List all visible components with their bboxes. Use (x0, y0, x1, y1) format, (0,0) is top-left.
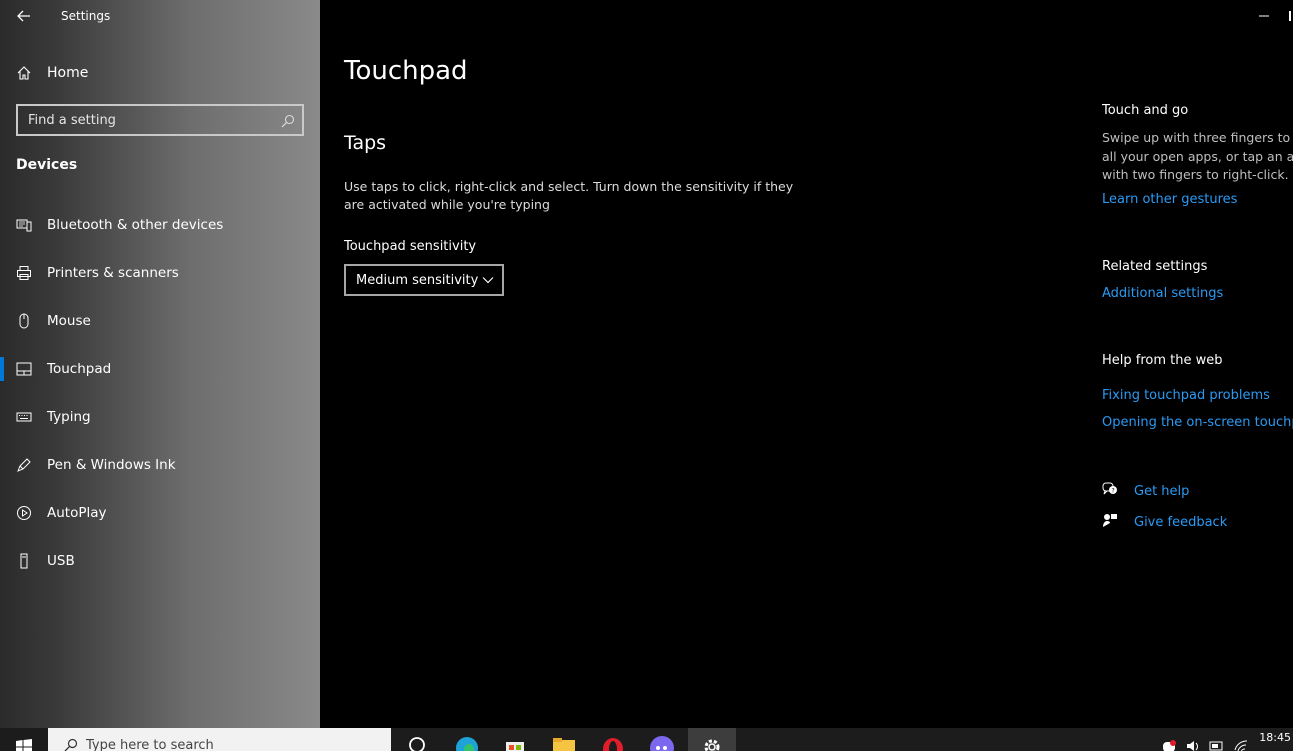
chat-help-icon: ? (1102, 481, 1118, 501)
taskbar-discord[interactable] (638, 728, 686, 751)
title-bar: Settings (0, 0, 320, 32)
discord-tray-icon (1163, 740, 1177, 751)
touch-and-go-heading: Touch and go (1102, 103, 1189, 118)
taskbar-search-placeholder: Type here to search (86, 738, 214, 751)
sidebar-item-label: Printers & scanners (47, 265, 179, 281)
search-input[interactable] (18, 112, 268, 128)
tray-discord[interactable] (1157, 728, 1181, 751)
sensitivity-value: Medium sensitivity (356, 272, 479, 288)
section-title-taps: Taps (344, 132, 387, 154)
wifi-icon (1234, 740, 1248, 751)
discord-icon (650, 736, 674, 751)
right-panel: Touch and go Swipe up with three fingers… (1102, 0, 1293, 728)
related-settings-heading: Related settings (1102, 259, 1208, 274)
windows-logo-icon (16, 739, 32, 751)
sidebar-item-label: Mouse (47, 313, 91, 329)
get-help-link[interactable]: ? Get help (1102, 481, 1189, 501)
sidebar-item-bluetooth[interactable]: Bluetooth & other devices (0, 201, 320, 249)
taps-description: Use taps to click, right-click and selec… (344, 179, 794, 212)
help-from-web-heading: Help from the web (1102, 353, 1223, 368)
sidebar-item-label: USB (47, 553, 75, 569)
help-link-fixing-touchpad[interactable]: Fixing touchpad problems (1102, 388, 1270, 403)
sensitivity-dropdown[interactable]: Medium sensitivity (344, 264, 504, 296)
help-link-on-screen-touchpad[interactable]: Opening the on-screen touchpa (1102, 415, 1293, 430)
chevron-down-icon (482, 274, 494, 290)
page-title: Touchpad (344, 56, 468, 86)
sidebar-item-label: AutoPlay (47, 505, 107, 521)
back-arrow-icon (17, 10, 30, 22)
tray-volume[interactable] (1181, 728, 1205, 751)
sidebar-item-autoplay[interactable]: AutoPlay (0, 489, 320, 537)
svg-text:?: ? (1112, 488, 1115, 495)
mouse-icon (16, 313, 32, 329)
sidebar-item-mouse[interactable]: Mouse (0, 297, 320, 345)
system-tray: 18:45 (1157, 728, 1293, 751)
usb-icon (16, 553, 32, 569)
sidebar-item-label: Pen & Windows Ink (47, 457, 176, 473)
app-title: Settings (61, 9, 111, 23)
touch-text-line: with two fingers to right-click. (1102, 167, 1289, 182)
sidebar-item-home[interactable]: Home (0, 56, 320, 90)
sidebar-item-touchpad[interactable]: Touchpad (0, 345, 320, 393)
sidebar: Settings Home Devices Bluetooth & other … (0, 0, 320, 728)
autoplay-icon (16, 505, 32, 521)
search-box[interactable] (16, 104, 304, 136)
tray-battery[interactable] (1205, 728, 1229, 751)
start-button[interactable] (0, 728, 48, 751)
taskbar-opera[interactable] (589, 728, 637, 751)
sidebar-item-label: Typing (47, 409, 91, 425)
taskbar-edge[interactable] (443, 728, 491, 751)
home-label: Home (47, 65, 89, 81)
taskbar-search-box[interactable]: Type here to search (48, 728, 391, 751)
taskbar-clock[interactable]: 18:45 (1253, 728, 1293, 744)
additional-settings-link[interactable]: Additional settings (1102, 286, 1223, 301)
give-feedback-link[interactable]: Give feedback (1102, 512, 1227, 532)
home-icon (16, 65, 32, 81)
sidebar-item-usb[interactable]: USB (0, 537, 320, 585)
sidebar-item-label: Touchpad (47, 361, 112, 377)
section-label-devices: Devices (16, 157, 78, 173)
sensitivity-label: Touchpad sensitivity (344, 239, 477, 254)
taskbar-store[interactable] (491, 728, 539, 751)
search-icon[interactable] (281, 113, 295, 132)
sidebar-nav: Bluetooth & other devices Printers & sca… (0, 201, 320, 585)
touch-text-line: Swipe up with three fingers to s (1102, 130, 1293, 145)
cortana-button[interactable] (393, 728, 441, 751)
gear-icon (704, 739, 720, 751)
battery-icon (1209, 741, 1223, 751)
sidebar-item-typing[interactable]: Typing (0, 393, 320, 441)
taskbar-settings[interactable] (688, 728, 736, 751)
keyboard-icon (16, 409, 32, 425)
touchpad-icon (16, 361, 32, 377)
printer-icon (16, 265, 32, 281)
speaker-icon (1187, 741, 1199, 751)
opera-icon (603, 738, 623, 751)
back-button[interactable] (0, 0, 48, 32)
edge-icon (456, 737, 478, 751)
touch-text-line: all your open apps, or tap an ap (1102, 148, 1293, 164)
search-icon (64, 738, 78, 751)
store-icon (506, 742, 524, 751)
pen-icon (16, 457, 32, 473)
tray-wifi[interactable] (1229, 728, 1253, 751)
taskbar: Type here to search 18:45 (0, 728, 1293, 751)
taskbar-file-explorer[interactable] (540, 728, 588, 751)
give-feedback-label: Give feedback (1134, 514, 1228, 530)
cortana-icon (409, 737, 425, 751)
folder-icon (553, 738, 575, 751)
sidebar-item-label: Bluetooth & other devices (47, 217, 224, 233)
feedback-icon (1102, 512, 1118, 532)
main-content: Touchpad Taps Use taps to click, right-c… (320, 0, 1293, 728)
bluetooth-devices-icon (16, 217, 32, 233)
sidebar-item-printers[interactable]: Printers & scanners (0, 249, 320, 297)
get-help-label: Get help (1134, 483, 1190, 499)
sidebar-item-pen[interactable]: Pen & Windows Ink (0, 441, 320, 489)
learn-gestures-link[interactable]: Learn other gestures (1102, 192, 1237, 207)
